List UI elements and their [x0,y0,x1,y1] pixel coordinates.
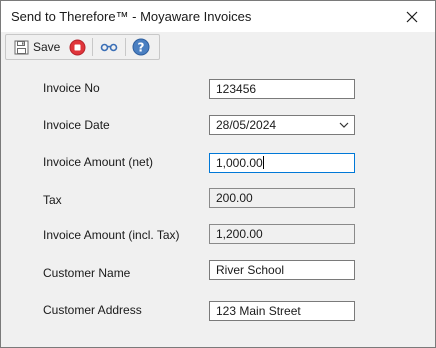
toolbar-separator [125,38,126,56]
tax-field: 200.00 [209,188,355,208]
help-button[interactable]: ? [130,36,152,58]
stop-icon [69,39,85,55]
customer-name-field[interactable]: River School [209,260,355,280]
tax-label: Tax [43,193,62,207]
customer-address-field[interactable]: 123 Main Street [209,301,355,321]
customer-name-label: Customer Name [43,266,131,280]
chevron-down-icon[interactable] [339,120,349,130]
text-caret [262,156,264,169]
toolbar: Save ? [5,34,160,60]
invoice-amount-net-field[interactable]: 1,000.00 [209,153,355,173]
customer-address-label: Customer Address [43,303,142,317]
window-title: Send to Therefore™ - Moyaware Invoices [11,9,252,24]
save-button[interactable]: Save [6,36,66,58]
invoice-date-value: 28/05/2024 [216,118,277,132]
toolbar-separator [92,38,93,56]
invoice-date-picker[interactable]: 28/05/2024 [209,115,355,135]
preview-button[interactable] [97,36,121,58]
invoice-amount-net-value: 1,000.00 [216,156,263,170]
save-icon [14,40,29,54]
invoice-no-label: Invoice No [43,81,100,95]
stop-button[interactable] [66,36,88,58]
invoice-amount-incl-tax-field: 1,200.00 [209,224,355,244]
close-button[interactable] [389,1,435,32]
invoice-amount-net-label: Invoice Amount (net) [43,155,154,169]
form-panel: Invoice No 123456 Invoice Date 28/05/202… [3,62,434,346]
svg-text:?: ? [138,41,145,55]
save-label: Save [33,40,61,54]
help-icon: ? [132,38,150,56]
dialog-window: Send to Therefore™ - Moyaware Invoices S… [0,0,436,348]
invoice-date-label: Invoice Date [43,118,110,132]
glasses-icon [100,43,118,52]
invoice-no-field[interactable]: 123456 [209,79,355,99]
title-bar: Send to Therefore™ - Moyaware Invoices [1,1,435,32]
close-icon [406,11,418,22]
invoice-amount-incl-tax-label: Invoice Amount (incl. Tax) [43,228,180,242]
